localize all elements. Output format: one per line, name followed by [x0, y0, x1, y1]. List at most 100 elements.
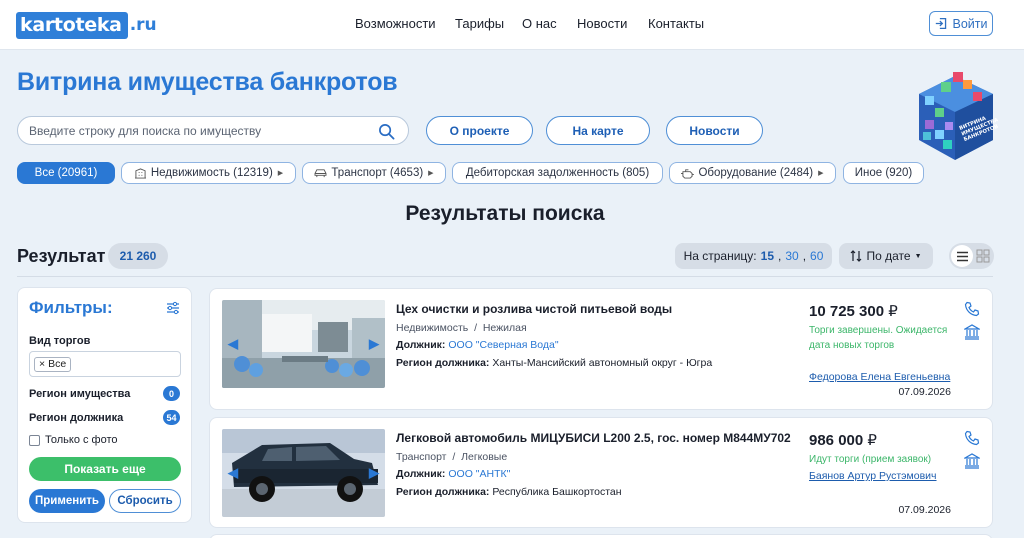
lot-category-name: Транспорт: [396, 451, 447, 463]
photo-only-checkbox[interactable]: Только с фото: [29, 434, 118, 446]
region-property-count-badge: 0: [163, 386, 180, 401]
phone-icon[interactable]: [964, 301, 980, 317]
on-map-button[interactable]: На карте: [546, 116, 650, 145]
reset-button[interactable]: Сбросить: [109, 489, 181, 513]
price-value: 986 000: [809, 432, 864, 449]
category-chip-transport[interactable]: Транспорт (4653) ▶: [302, 162, 446, 184]
trade-type-tag[interactable]: × Все: [34, 357, 72, 372]
region-debtor-count-badge: 54: [163, 410, 180, 425]
lot-card[interactable]: [209, 534, 993, 538]
region-property-label[interactable]: Регион имущества: [29, 388, 130, 400]
arbitration-manager-link[interactable]: Баянов Артур Рустэмович: [809, 470, 937, 482]
apply-button[interactable]: Применить: [29, 489, 105, 513]
category-label: Дебиторская задолженность (805): [465, 167, 650, 179]
per-page-option-15[interactable]: 15: [761, 249, 774, 263]
per-page-label: На страницу:: [683, 249, 757, 263]
login-icon: [935, 17, 946, 30]
chevron-left-icon[interactable]: ◀: [228, 336, 238, 352]
login-label: Войти: [952, 16, 988, 31]
nav-link-features[interactable]: Возможности: [355, 16, 436, 31]
search-icon[interactable]: [378, 123, 395, 140]
lot-status: Идут торги (прием заявок): [809, 454, 932, 465]
site-logo[interactable]: kartoteka .ru: [16, 9, 157, 41]
price-value: 10 725 300: [809, 303, 885, 320]
top-header: kartoteka .ru Возможности Тарифы О нас Н…: [0, 0, 1024, 50]
settings-sliders-icon[interactable]: [166, 301, 180, 315]
lot-title[interactable]: Цех очистки и розлива чистой питьевой во…: [396, 302, 672, 316]
trade-type-select[interactable]: × Все: [29, 351, 181, 377]
chevron-left-icon[interactable]: ◀: [228, 465, 238, 481]
lot-debtor: Должник: ООО "Северная Вода": [396, 339, 559, 351]
chevron-down-icon: ▼: [914, 252, 922, 260]
region-label: Регион должника:: [396, 357, 490, 369]
search-box[interactable]: Введите строку для поиска по имуществу: [17, 116, 409, 145]
lot-date: 07.09.2026: [898, 386, 951, 398]
lot-category-name: Недвижимость: [396, 322, 469, 334]
lot-title[interactable]: Легковой автомобиль МИЦУБИСИ L200 2.5, г…: [396, 431, 791, 445]
building-icon: [134, 167, 146, 179]
trade-type-value: Все: [48, 358, 67, 370]
lot-category: Недвижимость / Нежилая: [396, 322, 527, 334]
region-label: Регион должника:: [396, 486, 490, 498]
nav-link-pricing[interactable]: Тарифы: [455, 16, 504, 31]
lot-category: Транспорт / Легковые: [396, 451, 508, 463]
category-label: Все (20961): [34, 167, 98, 179]
view-mode-toggle[interactable]: [949, 243, 994, 269]
list-view-icon: [956, 251, 968, 261]
per-page-selector: На страницу: 15, 30, 60: [675, 243, 832, 269]
currency-sign: ₽: [888, 303, 898, 320]
lot-card[interactable]: ◀ ▶ Легковой автомобиль МИЦУБИСИ L200 2.…: [209, 417, 993, 528]
court-building-icon[interactable]: [964, 324, 980, 340]
lot-debtor: Должник: ООО "АНТК": [396, 468, 510, 480]
nav-link-about[interactable]: О нас: [522, 16, 557, 31]
sort-dropdown[interactable]: По дате ▼: [839, 243, 933, 269]
region-debtor-label[interactable]: Регион должника: [29, 412, 123, 424]
lot-photo-image: [222, 300, 385, 388]
divider: [17, 276, 993, 277]
about-project-button[interactable]: О проекте: [426, 116, 533, 145]
results-heading: Результаты поиска: [405, 202, 605, 225]
grid-view-icon[interactable]: [976, 249, 990, 263]
remove-tag-icon[interactable]: ×: [39, 358, 48, 370]
nav-link-news[interactable]: Новости: [577, 16, 627, 31]
chevron-right-icon: ▶: [277, 170, 284, 177]
category-chip-real-estate[interactable]: Недвижимость (12319) ▶: [121, 162, 296, 184]
category-label: Иное (920): [854, 167, 913, 179]
lot-date: 07.09.2026: [898, 504, 951, 516]
per-page-option-30[interactable]: 30: [785, 249, 798, 263]
debtor-link[interactable]: ООО "Северная Вода": [448, 339, 558, 351]
car-icon: [314, 168, 327, 177]
lot-photo[interactable]: ◀ ▶: [222, 429, 385, 517]
debtor-link[interactable]: ООО "АНТК": [448, 468, 510, 480]
chevron-right-icon[interactable]: ▶: [369, 465, 379, 481]
login-button[interactable]: Войти: [929, 11, 993, 36]
currency-sign: ₽: [867, 432, 877, 449]
category-chip-equipment[interactable]: Оборудование (2484) ▶: [669, 162, 836, 184]
trade-type-label: Вид торгов: [29, 335, 91, 347]
show-more-button[interactable]: Показать еще: [29, 457, 181, 481]
list-view-option[interactable]: [951, 245, 973, 267]
category-chip-other[interactable]: Иное (920): [843, 162, 924, 184]
nav-link-contacts[interactable]: Контакты: [648, 16, 704, 31]
category-chip-all[interactable]: Все (20961): [17, 162, 115, 184]
phone-icon[interactable]: [964, 430, 980, 446]
news-button[interactable]: Новости: [666, 116, 763, 145]
chevron-right-icon[interactable]: ▶: [369, 336, 379, 352]
filters-title: Фильтры:: [29, 298, 113, 317]
category-chip-receivables[interactable]: Дебиторская задолженность (805): [452, 162, 663, 184]
checkbox-box[interactable]: [29, 434, 40, 446]
debtor-label: Должник:: [396, 468, 446, 480]
lot-photo[interactable]: ◀ ▶: [222, 300, 385, 388]
results-count-badge: 21 260: [108, 243, 168, 269]
per-page-option-60[interactable]: 60: [810, 249, 823, 263]
debtor-label: Должник:: [396, 339, 446, 351]
logo-main-text: kartoteka: [16, 11, 128, 39]
arbitration-manager-link[interactable]: Федорова Елена Евгеньевна: [809, 371, 950, 383]
court-building-icon[interactable]: [964, 453, 980, 469]
lot-region: Регион должника: Республика Башкортостан: [396, 486, 622, 498]
category-label: Транспорт (4653): [331, 167, 424, 179]
logo-tld-text: .ru: [129, 15, 157, 35]
search-input[interactable]: Введите строку для поиска по имуществу: [29, 124, 261, 138]
page-title: Витрина имущества банкротов: [17, 68, 398, 96]
lot-card[interactable]: ◀ ▶ Цех очистки и розлива чистой питьево…: [209, 288, 993, 410]
